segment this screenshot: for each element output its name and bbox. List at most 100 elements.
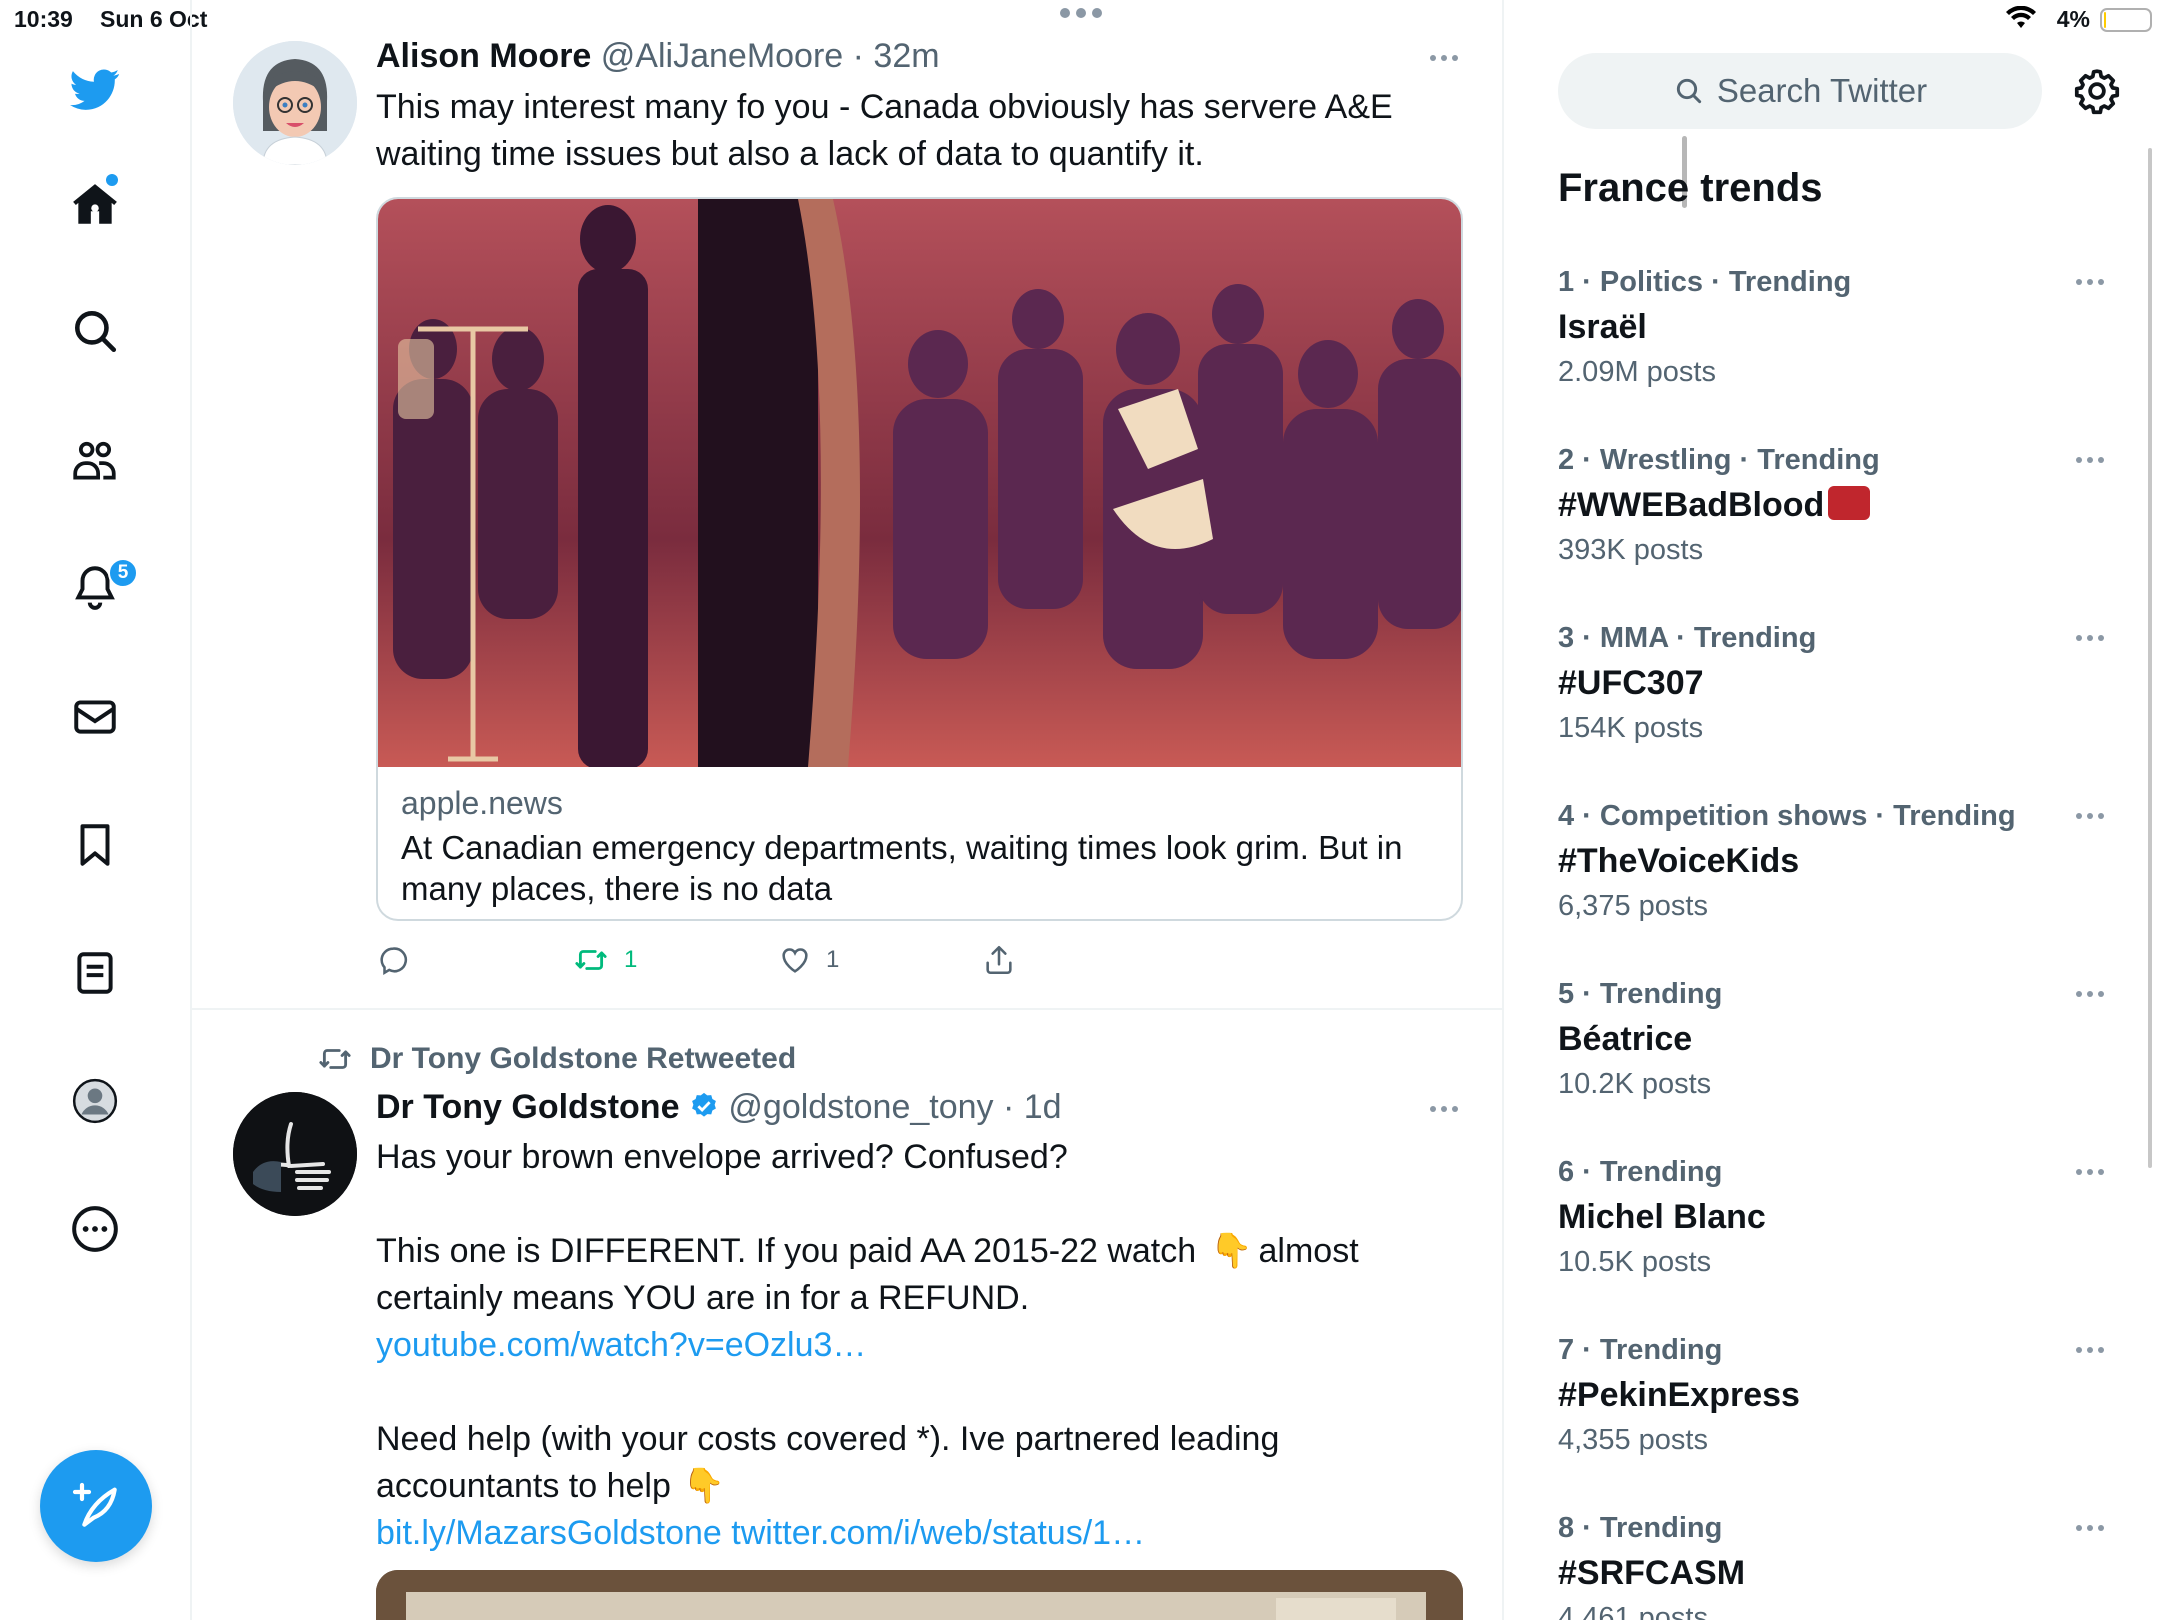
trend-posts: 4,355 posts bbox=[1558, 1424, 1708, 1456]
trend-item[interactable]: 6 · Trending Michel Blanc 10.5K posts bbox=[1558, 1152, 2118, 1282]
trend-more-button[interactable] bbox=[2070, 1518, 2110, 1538]
trend-more-button[interactable] bbox=[2070, 272, 2110, 292]
retweet-icon bbox=[319, 1049, 351, 1069]
tweet-time[interactable]: 32m bbox=[873, 37, 939, 75]
link-card-title: At Canadian emergency departments, waiti… bbox=[401, 829, 1403, 907]
tweet-text: Has your brown envelope arrived? Confuse… bbox=[376, 1134, 1359, 1557]
search-icon bbox=[1676, 78, 1701, 104]
tweet-actions: 1 1 bbox=[376, 940, 1016, 980]
trend-meta: 8 · Trending bbox=[1558, 1512, 1723, 1544]
tweet-text-line: This one is DIFFERENT. If you paid AA 20… bbox=[376, 1228, 1359, 1275]
trend-posts: 4,461 posts bbox=[1558, 1602, 1708, 1620]
trend-more-button[interactable] bbox=[2070, 806, 2110, 826]
link-card-image bbox=[378, 199, 1461, 767]
search-box[interactable]: Search Twitter bbox=[1558, 53, 2042, 129]
tweet-header: Dr Tony Goldstone @goldstone_tony · 1d bbox=[376, 1088, 1062, 1126]
communities-icon[interactable] bbox=[66, 432, 124, 490]
trend-posts: 154K posts bbox=[1558, 712, 1704, 744]
twitter-logo-icon[interactable] bbox=[66, 60, 124, 118]
pointing-down-emoji-icon: 👇 bbox=[682, 1467, 726, 1505]
retweet-button[interactable]: 1 bbox=[572, 943, 778, 977]
trend-more-button[interactable] bbox=[2070, 450, 2110, 470]
trend-item[interactable]: 4 · Competition shows · Trending #TheVoi… bbox=[1558, 796, 2118, 926]
trend-posts: 10.2K posts bbox=[1558, 1068, 1712, 1100]
trend-item[interactable]: 8 · Trending #SRFCASM 4,461 posts bbox=[1558, 1508, 2118, 1620]
trend-more-button[interactable] bbox=[2070, 628, 2110, 648]
tweet-text-line: This may interest many fo you - Canada o… bbox=[376, 88, 1393, 126]
more-icon[interactable] bbox=[66, 1200, 124, 1258]
author-handle[interactable]: @goldstone_tony bbox=[728, 1088, 993, 1126]
trend-name: Béatrice bbox=[1558, 1020, 1693, 1058]
link-card-domain: apple.news bbox=[401, 785, 563, 821]
trend-meta: 4 · Competition shows · Trending bbox=[1558, 800, 2016, 832]
trend-more-button[interactable] bbox=[2070, 1340, 2110, 1360]
trend-posts: 393K posts bbox=[1558, 534, 1704, 566]
tweet-text-fragment: accountants to help bbox=[376, 1467, 671, 1505]
trend-name: Israël bbox=[1558, 308, 1647, 346]
lists-icon[interactable] bbox=[66, 944, 124, 1002]
author-name[interactable]: Dr Tony Goldstone bbox=[376, 1088, 679, 1126]
reply-button[interactable] bbox=[376, 943, 572, 977]
trend-name: #UFC307 bbox=[1558, 664, 1704, 702]
trend-name: #WWEBadBlood bbox=[1558, 486, 1825, 524]
bookmarks-icon[interactable] bbox=[66, 816, 124, 874]
trend-item[interactable]: 5 · Trending Béatrice 10.2K posts bbox=[1558, 974, 2118, 1104]
trend-name: #TheVoiceKids bbox=[1558, 842, 1800, 880]
tweet-time[interactable]: 1d bbox=[1024, 1088, 1062, 1126]
trend-meta: 1 · Politics · Trending bbox=[1558, 266, 1852, 298]
trend-item[interactable]: 2 · Wrestling · Trending #WWEBadBlood 39… bbox=[1558, 440, 2118, 570]
avatar[interactable] bbox=[233, 1092, 357, 1216]
like-count: 1 bbox=[826, 946, 840, 973]
app-root: 10:39 Sun 6 Oct 4% 5 Alison Moore @AliJa… bbox=[0, 0, 2160, 1620]
trend-name: #PekinExpress bbox=[1558, 1376, 1800, 1414]
right-sidebar: Search Twitter France trends 1 · Politic… bbox=[1504, 0, 2160, 1620]
verified-badge-icon bbox=[692, 1092, 716, 1117]
trend-more-button[interactable] bbox=[2070, 984, 2110, 1004]
retweet-icon bbox=[575, 950, 607, 970]
tweet-link[interactable]: bit.ly/MazarsGoldstone twitter.com/i/web… bbox=[376, 1510, 1359, 1557]
profile-icon[interactable] bbox=[66, 1072, 124, 1130]
tweet-link[interactable]: youtube.com/watch?v=eOzlu3… bbox=[376, 1322, 1359, 1369]
tweet-text-fragment: This one is DIFFERENT. If you paid AA 20… bbox=[376, 1232, 1197, 1270]
trends-title: France trends bbox=[1558, 166, 1823, 210]
avatar[interactable] bbox=[233, 41, 357, 165]
tweet-text-line: Need help (with your costs covered *). I… bbox=[376, 1420, 1280, 1458]
tweet-photo[interactable] bbox=[376, 1570, 1463, 1620]
share-icon bbox=[986, 945, 1012, 975]
tweet-divider bbox=[192, 1008, 1504, 1010]
trend-item[interactable]: 1 · Politics · Trending Israël 2.09M pos… bbox=[1558, 262, 2118, 392]
left-navigation: 5 bbox=[0, 0, 192, 1620]
author-handle[interactable]: @AliJaneMoore bbox=[601, 37, 843, 75]
share-button[interactable] bbox=[982, 943, 1016, 977]
tweet-text-fragment: almost bbox=[1258, 1232, 1359, 1270]
retweeted-by[interactable]: Dr Tony Goldstone Retweeted bbox=[316, 1042, 796, 1076]
trend-name-row: #WWEBadBlood bbox=[1558, 480, 2118, 530]
tweet-text-line: certainly means YOU are in for a REFUND. bbox=[376, 1279, 1030, 1317]
trend-item[interactable]: 3 · MMA · Trending #UFC307 154K posts bbox=[1558, 618, 2118, 748]
heart-icon bbox=[782, 948, 808, 973]
gear-icon[interactable] bbox=[2072, 66, 2122, 116]
compose-button[interactable] bbox=[40, 1450, 152, 1562]
tweet-text-line: Has your brown envelope arrived? Confuse… bbox=[376, 1138, 1068, 1176]
pointing-down-emoji-icon: 👇 bbox=[1210, 1232, 1253, 1270]
trend-posts: 2.09M posts bbox=[1558, 356, 1716, 388]
tweet-text-line: waiting time issues but also a lack of d… bbox=[376, 135, 1204, 173]
home-unread-dot bbox=[106, 174, 118, 186]
tweet-header: Alison Moore @AliJaneMoore · 32m bbox=[376, 37, 940, 75]
search-placeholder: Search Twitter bbox=[1716, 72, 1928, 109]
tweet-more-button[interactable] bbox=[1424, 1099, 1464, 1119]
compose-icon bbox=[72, 1482, 117, 1527]
tweet-more-button[interactable] bbox=[1424, 48, 1464, 68]
search-icon[interactable] bbox=[66, 302, 124, 360]
author-name[interactable]: Alison Moore bbox=[376, 37, 591, 75]
sidebar-scrollbar[interactable] bbox=[2148, 148, 2152, 1168]
link-card[interactable]: apple.news At Canadian emergency departm… bbox=[376, 197, 1463, 921]
like-button[interactable]: 1 bbox=[778, 943, 982, 977]
trend-posts: 6,375 posts bbox=[1558, 890, 1708, 922]
trend-name: #SRFCASM bbox=[1558, 1554, 1746, 1592]
trend-meta: 2 · Wrestling · Trending bbox=[1558, 444, 1880, 476]
messages-icon[interactable] bbox=[66, 688, 124, 746]
trend-name: Michel Blanc bbox=[1558, 1198, 1766, 1236]
trend-item[interactable]: 7 · Trending #PekinExpress 4,355 posts bbox=[1558, 1330, 2118, 1460]
trend-more-button[interactable] bbox=[2070, 1162, 2110, 1182]
